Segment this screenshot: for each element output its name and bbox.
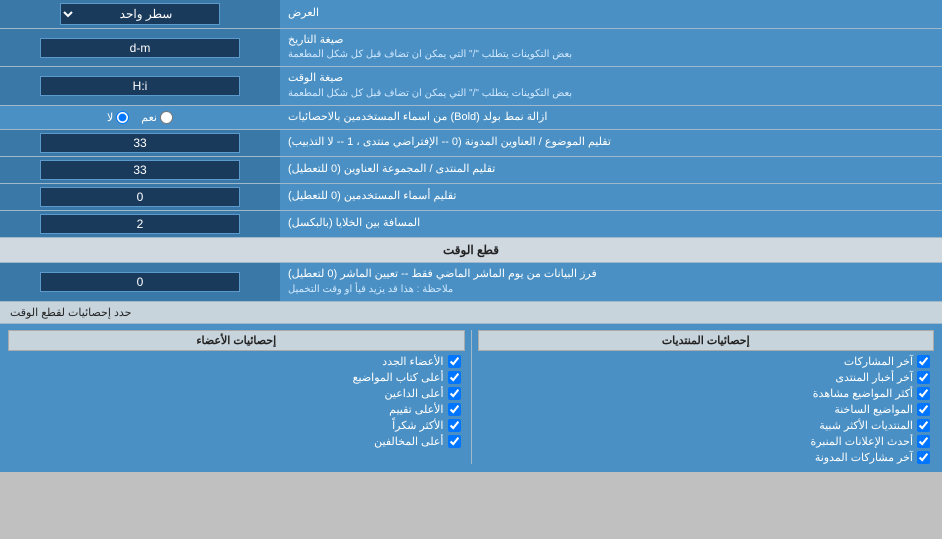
forum-order-input-cell xyxy=(0,157,280,183)
stats-posts-col: إحصائيات المنتديات آخر المشاركات آخر أخب… xyxy=(478,330,935,464)
list-item: آخر المشاركات xyxy=(482,355,931,368)
recent-filter-label: فرز البيانات من يوم الماشر الماضي فقط --… xyxy=(280,263,942,300)
cb-members-1[interactable] xyxy=(448,371,461,384)
stats-posts-header: إحصائيات المنتديات xyxy=(478,330,935,351)
cutoff-section-header: قطع الوقت xyxy=(0,238,942,263)
list-item: المنتديات الأكثر شبية xyxy=(482,419,931,432)
display-dropdown[interactable]: سطر واحد سطرين ثلاثة أسطر xyxy=(60,3,220,25)
cb-members-0[interactable] xyxy=(448,355,461,368)
list-item: أعلى كتاب المواضيع xyxy=(12,371,461,384)
col-divider xyxy=(471,330,472,464)
recent-filter-input[interactable] xyxy=(40,272,240,292)
list-item: المواضيع الساخنة xyxy=(482,403,931,416)
bold-remove-no-label: لا xyxy=(107,111,129,124)
cb-members-4[interactable] xyxy=(448,419,461,432)
list-item: الأعضاء الجدد xyxy=(12,355,461,368)
time-format-label: صيغة الوقت بعض التكوينات يتطلب "/" التي … xyxy=(280,67,942,104)
cb-posts-3[interactable] xyxy=(917,403,930,416)
cb-members-0-label: الأعضاء الجدد xyxy=(382,355,443,368)
topic-order-input[interactable] xyxy=(40,133,240,153)
cb-posts-0-label: آخر المشاركات xyxy=(844,355,913,368)
cb-members-3[interactable] xyxy=(448,403,461,416)
cb-posts-1-label: آخر أخبار المنتدى xyxy=(835,371,913,384)
username-trim-label: تقليم أسماء المستخدمين (0 للتعطيل) xyxy=(280,184,942,210)
bold-remove-label: ازالة نمط بولد (Bold) من اسماء المستخدمي… xyxy=(280,106,942,129)
forum-order-input[interactable] xyxy=(40,160,240,180)
cb-posts-6-label: آخر مشاركات المدونة xyxy=(815,451,913,464)
list-item: أعلى المخالفين xyxy=(12,435,461,448)
list-item: أكثر المواضيع مشاهدة xyxy=(482,387,931,400)
bold-remove-yes-label: نعم xyxy=(141,111,173,124)
bold-remove-radio-cell: نعم لا xyxy=(0,106,280,129)
stats-members-col: إحصائيات الأعضاء الأعضاء الجدد أعلى كتاب… xyxy=(8,330,465,464)
list-item: أعلى الداعين xyxy=(12,387,461,400)
cb-posts-3-label: المواضيع الساخنة xyxy=(834,403,913,416)
bold-remove-yes-radio[interactable] xyxy=(160,111,173,124)
list-item: الأكثر شكراً xyxy=(12,419,461,432)
cb-posts-2[interactable] xyxy=(917,387,930,400)
list-item: آخر أخبار المنتدى xyxy=(482,371,931,384)
cb-posts-4[interactable] xyxy=(917,419,930,432)
cell-spacing-input-cell xyxy=(0,211,280,237)
cell-spacing-label: المسافة بين الخلايا (بالبكسل) xyxy=(280,211,942,237)
cb-members-2[interactable] xyxy=(448,387,461,400)
limit-section-row: حدد إحصائيات لقطع الوقت xyxy=(0,302,942,324)
cb-members-5[interactable] xyxy=(448,435,461,448)
username-trim-input-cell xyxy=(0,184,280,210)
cb-members-2-label: أعلى الداعين xyxy=(385,387,444,400)
list-item: آخر مشاركات المدونة xyxy=(482,451,931,464)
cb-posts-6[interactable] xyxy=(917,451,930,464)
topic-order-input-cell xyxy=(0,130,280,156)
username-trim-input[interactable] xyxy=(40,187,240,207)
date-format-input-cell xyxy=(0,29,280,66)
recent-filter-input-cell xyxy=(0,263,280,300)
cb-posts-5-label: أحدث الإعلانات المنبرة xyxy=(810,435,913,448)
cb-members-4-label: الأكثر شكراً xyxy=(392,419,443,432)
stats-members-header: إحصائيات الأعضاء xyxy=(8,330,465,351)
stats-members-items: الأعضاء الجدد أعلى كتاب المواضيع أعلى ال… xyxy=(8,355,465,448)
cb-posts-5[interactable] xyxy=(917,435,930,448)
checkboxes-section: إحصائيات المنتديات آخر المشاركات آخر أخب… xyxy=(0,324,942,472)
list-item: أحدث الإعلانات المنبرة xyxy=(482,435,931,448)
stats-posts-items: آخر المشاركات آخر أخبار المنتدى أكثر الم… xyxy=(478,355,935,464)
cb-posts-4-label: المنتديات الأكثر شبية xyxy=(819,419,913,432)
cb-posts-2-label: أكثر المواضيع مشاهدة xyxy=(813,387,913,400)
cb-members-3-label: الأعلى تقييم xyxy=(389,403,443,416)
header-label: العرض xyxy=(280,0,942,28)
time-format-input-cell xyxy=(0,67,280,104)
cb-members-1-label: أعلى كتاب المواضيع xyxy=(353,371,444,384)
date-format-input[interactable] xyxy=(40,38,240,58)
forum-order-label: تقليم المنتدى / المجموعة العناوين (0 للت… xyxy=(280,157,942,183)
cell-spacing-input[interactable] xyxy=(40,214,240,234)
topic-order-label: تقليم الموضوع / العناوين المدونة (0 -- ا… xyxy=(280,130,942,156)
bold-remove-no-radio[interactable] xyxy=(116,111,129,124)
date-format-label: صيغة التاريخ بعض التكوينات يتطلب "/" الت… xyxy=(280,29,942,66)
cb-posts-0[interactable] xyxy=(917,355,930,368)
cb-members-5-label: أعلى المخالفين xyxy=(374,435,443,448)
cb-posts-1[interactable] xyxy=(917,371,930,384)
time-format-input[interactable] xyxy=(40,76,240,96)
display-dropdown-cell: سطر واحد سطرين ثلاثة أسطر xyxy=(0,0,280,28)
list-item: الأعلى تقييم xyxy=(12,403,461,416)
